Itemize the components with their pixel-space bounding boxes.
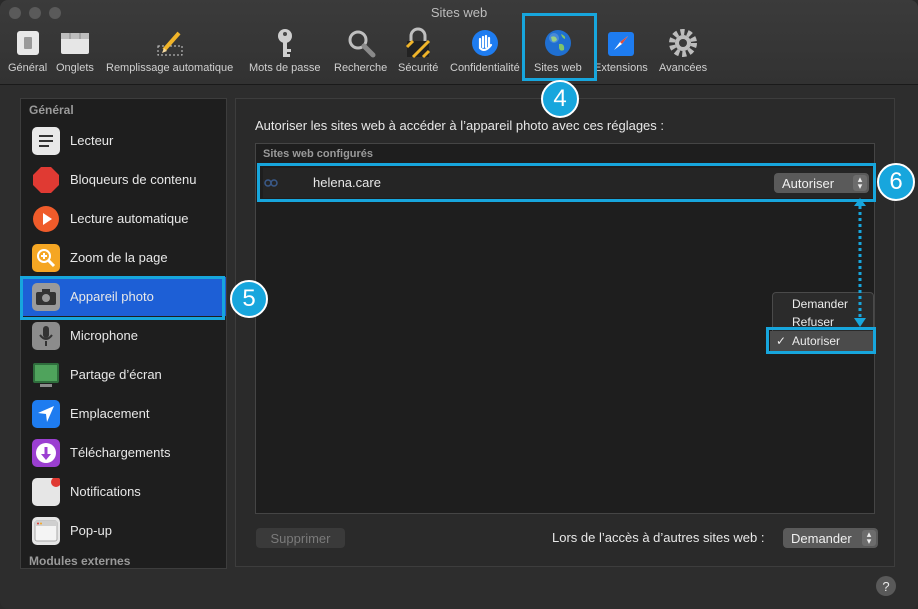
sidebar-item-microphone[interactable]: Microphone — [21, 316, 226, 355]
highlight-camera-item — [20, 276, 225, 320]
microphone-icon — [32, 321, 60, 350]
sidebar-item-downloads[interactable]: Téléchargements — [21, 433, 226, 472]
reader-icon — [32, 126, 60, 155]
location-arrow-icon — [32, 399, 60, 428]
puzzle-icon — [604, 26, 638, 60]
toolbar-tab-extensions[interactable]: Extensions — [594, 26, 648, 78]
sidebar-item-notifications[interactable]: Notifications — [21, 472, 226, 511]
delete-button[interactable]: Supprimer — [256, 528, 345, 548]
step-badge-4: 4 — [541, 80, 579, 118]
lock-icon — [401, 26, 435, 60]
toolbar-tab-privacy[interactable]: Confidentialité — [450, 26, 520, 78]
toolbar-tab-advanced[interactable]: Avancées — [659, 26, 707, 78]
zoom-icon — [32, 243, 60, 272]
other-sites-popup[interactable]: Demander ▴ ▾ — [783, 528, 878, 548]
download-icon — [32, 438, 60, 467]
stop-sign-icon — [32, 166, 60, 194]
sidebar-item-content-blockers[interactable]: Bloqueurs de contenu — [21, 160, 226, 199]
sidebar-item-page-zoom[interactable]: Zoom de la page — [21, 238, 226, 277]
configured-sites-header: Sites web configurés — [263, 148, 374, 160]
toolbar-tab-security[interactable]: Sécurité — [398, 26, 438, 78]
sidebar-item-popup[interactable]: Pop-up — [21, 511, 226, 550]
key-icon — [268, 26, 302, 60]
toolbar-tab-general[interactable]: Général — [8, 26, 47, 78]
magnifier-icon — [344, 26, 378, 60]
toolbar-tab-tabs[interactable]: Onglets — [56, 26, 94, 78]
tabs-icon — [58, 26, 92, 60]
toolbar: Sites web Général Onglets Remplissage au… — [0, 0, 918, 85]
chevron-updown-icon: ▴ ▾ — [862, 530, 876, 546]
hand-icon — [468, 26, 502, 60]
popup-window-icon — [32, 516, 60, 545]
sidebar-item-autoplay[interactable]: Lecture automatique — [21, 199, 226, 238]
preferences-window: Sites web Général Onglets Remplissage au… — [0, 0, 918, 609]
sidebar-item-reader[interactable]: Lecteur — [21, 121, 226, 160]
connector-arrow-icon — [854, 198, 866, 327]
toolbar-tab-search[interactable]: Recherche — [334, 26, 387, 78]
gear-icon — [666, 26, 700, 60]
pencil-form-icon — [153, 26, 187, 60]
switch-icon — [11, 26, 45, 60]
sidebar: Général Lecteur Bloqueurs de contenu Lec… — [20, 98, 227, 569]
play-icon — [32, 205, 60, 233]
help-button[interactable]: ? — [876, 576, 896, 596]
menu-item-ask[interactable]: Demander — [792, 297, 848, 311]
sidebar-item-location[interactable]: Emplacement — [21, 394, 226, 433]
highlight-allow-option — [766, 327, 876, 354]
screen-share-icon — [32, 361, 60, 389]
notification-icon — [32, 477, 60, 506]
window-title: Sites web — [430, 5, 488, 20]
other-sites-label: Lors de l’accès à d’autres sites web : — [552, 530, 765, 545]
camera-settings-prompt: Autoriser les sites web à accéder à l’ap… — [255, 118, 664, 133]
step-badge-5: 5 — [230, 280, 268, 318]
step-badge-6: 6 — [877, 163, 915, 201]
toolbar-tab-autofill[interactable]: Remplissage automatique — [106, 26, 233, 78]
sidebar-section-plugins: Modules externes — [29, 554, 131, 568]
highlight-site-row — [257, 163, 876, 202]
highlight-websites-tab — [522, 13, 597, 81]
sidebar-section-general: Général — [29, 103, 74, 117]
sidebar-item-screen-sharing[interactable]: Partage d’écran — [21, 355, 226, 394]
toolbar-tab-passwords[interactable]: Mots de passe — [249, 26, 321, 78]
